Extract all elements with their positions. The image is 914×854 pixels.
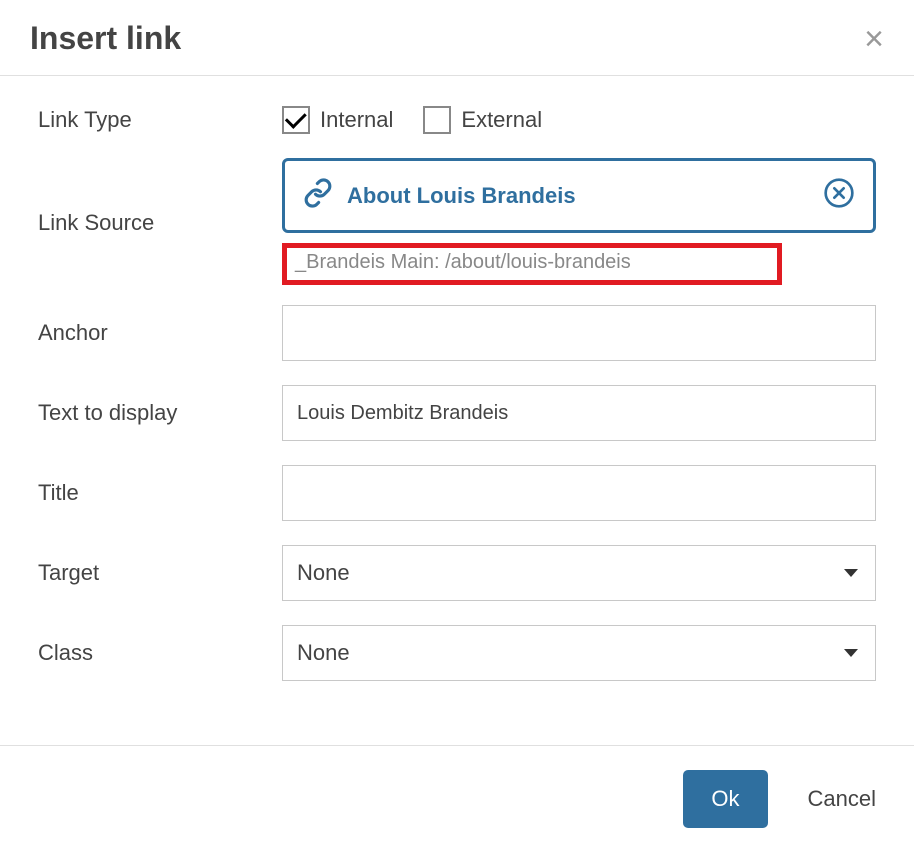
link-type-options: Internal External xyxy=(282,106,876,134)
label-text-to-display: Text to display xyxy=(38,400,282,426)
label-title: Title xyxy=(38,480,282,506)
clear-link-icon[interactable] xyxy=(823,177,855,214)
link-path-highlight: _Brandeis Main: /about/louis-brandeis xyxy=(282,243,782,285)
dialog-title: Insert link xyxy=(30,20,181,57)
close-icon[interactable]: × xyxy=(864,22,884,56)
label-link-source: Link Source xyxy=(38,158,282,236)
label-target: Target xyxy=(38,560,282,586)
checkbox-internal-label: Internal xyxy=(320,107,393,133)
label-class: Class xyxy=(38,640,282,666)
link-source-chip[interactable]: About Louis Brandeis xyxy=(282,158,876,233)
checkbox-external[interactable] xyxy=(423,106,451,134)
target-select-wrap: None xyxy=(282,545,876,601)
title-input[interactable] xyxy=(282,465,876,521)
row-link-source: Link Source About Louis Brandeis xyxy=(38,158,876,285)
checkbox-external-label: External xyxy=(461,107,542,133)
anchor-input[interactable] xyxy=(282,305,876,361)
link-source-control: About Louis Brandeis _Brandeis Main: /ab… xyxy=(282,158,876,285)
dialog-body: Link Type Internal External Link Source xyxy=(0,76,914,745)
link-source-path: _Brandeis Main: /about/louis-brandeis xyxy=(295,251,631,273)
link-source-text: About Louis Brandeis xyxy=(347,183,809,209)
checkbox-external-wrap: External xyxy=(423,106,542,134)
target-select[interactable]: None xyxy=(282,545,876,601)
checkbox-internal-wrap: Internal xyxy=(282,106,393,134)
class-select-wrap: None xyxy=(282,625,876,681)
text-to-display-input[interactable] xyxy=(282,385,876,441)
row-target: Target None xyxy=(38,545,876,601)
label-link-type: Link Type xyxy=(38,107,282,133)
row-link-type: Link Type Internal External xyxy=(38,106,876,134)
row-class: Class None xyxy=(38,625,876,681)
class-selected-value: None xyxy=(297,640,350,666)
dialog-footer: Ok Cancel xyxy=(0,745,914,854)
dialog-header: Insert link × xyxy=(0,0,914,76)
row-title: Title xyxy=(38,465,876,521)
target-selected-value: None xyxy=(297,560,350,586)
row-anchor: Anchor xyxy=(38,305,876,361)
ok-button[interactable]: Ok xyxy=(683,770,767,828)
link-icon xyxy=(303,178,333,213)
label-anchor: Anchor xyxy=(38,320,282,346)
checkbox-internal[interactable] xyxy=(282,106,310,134)
class-select[interactable]: None xyxy=(282,625,876,681)
row-text-to-display: Text to display xyxy=(38,385,876,441)
cancel-button[interactable]: Cancel xyxy=(808,786,876,812)
insert-link-dialog: Insert link × Link Type Internal Externa… xyxy=(0,0,914,854)
